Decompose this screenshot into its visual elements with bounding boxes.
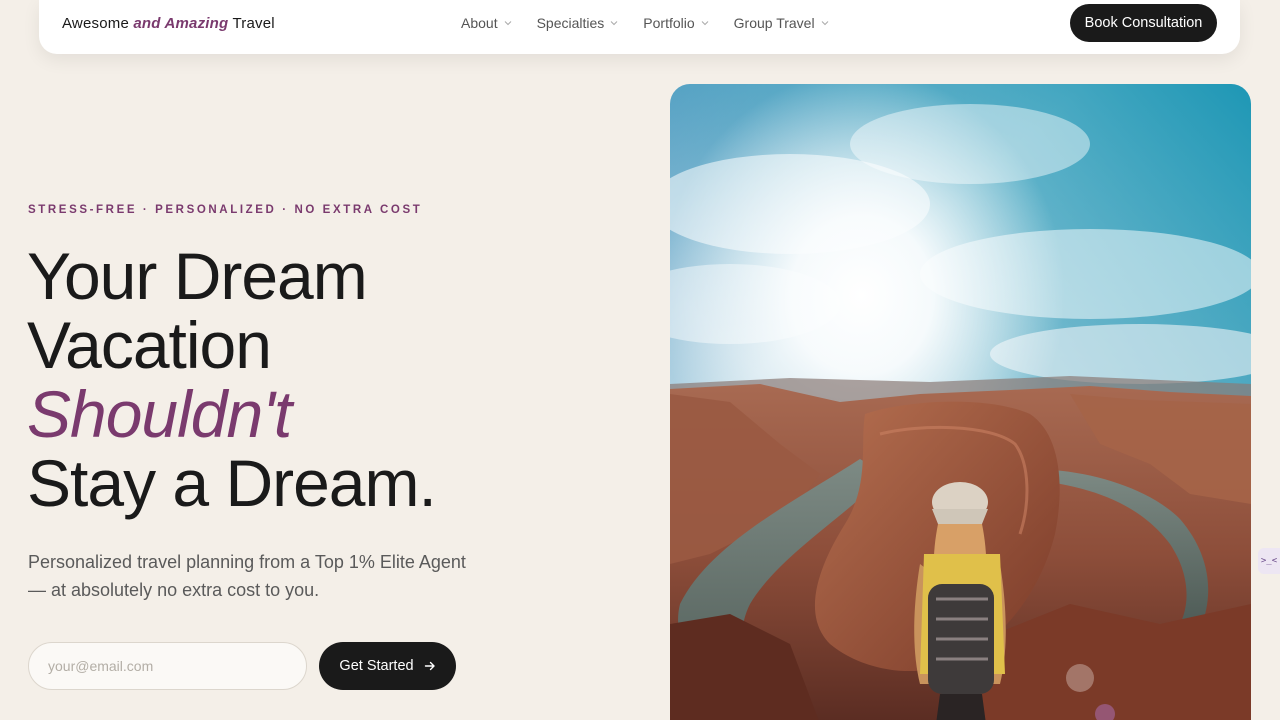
brand-prefix: Awesome [62, 15, 129, 32]
nav-item-label: Specialties [536, 15, 605, 31]
nav-item-label: About [461, 15, 498, 31]
chevron-down-icon [610, 19, 618, 27]
hero-eyebrow: STRESS-FREE · PERSONALIZED · NO EXTRA CO… [28, 204, 423, 216]
nav-item-specialties[interactable]: Specialties [537, 15, 619, 31]
arrow-right-icon [424, 660, 436, 672]
chevron-down-icon [504, 19, 512, 27]
nav-item-label: Group Travel [733, 15, 815, 31]
brand-accent: and Amazing [133, 15, 229, 32]
hiker-canyon-illustration [670, 84, 1251, 720]
chevron-down-icon [701, 19, 709, 27]
side-feedback-widget[interactable]: >_< [1258, 548, 1280, 574]
brand-suffix: Travel [232, 15, 275, 32]
hero-photo [670, 84, 1251, 720]
top-navbar: Awesome and Amazing Travel About Special… [39, 0, 1240, 54]
headline-line-1: Your Dream [27, 239, 368, 313]
headline-line-2: Vacation [27, 308, 272, 382]
hero-headline: Your Dream Vacation Shouldn't Stay a Dre… [27, 239, 437, 520]
get-started-label: Get Started [339, 658, 414, 674]
brand-logo[interactable]: Awesome and Amazing Travel [62, 15, 275, 32]
nav-item-group-travel[interactable]: Group Travel [734, 15, 829, 31]
nav-item-portfolio[interactable]: Portfolio [643, 15, 709, 31]
chevron-down-icon [821, 19, 829, 27]
get-started-button[interactable]: Get Started [319, 642, 456, 690]
nav-item-about[interactable]: About [461, 15, 512, 31]
email-input[interactable] [28, 642, 307, 690]
headline-line-3-accent: Shouldn't [27, 377, 292, 451]
main-menu: About Specialties Portfolio Group Travel [461, 15, 854, 31]
book-consultation-button[interactable]: Book Consultation [1070, 4, 1217, 42]
hero-subtext: Personalized travel planning from a Top … [28, 552, 466, 600]
nav-item-label: Portfolio [643, 15, 695, 31]
headline-line-4: Stay a Dream. [27, 446, 437, 520]
